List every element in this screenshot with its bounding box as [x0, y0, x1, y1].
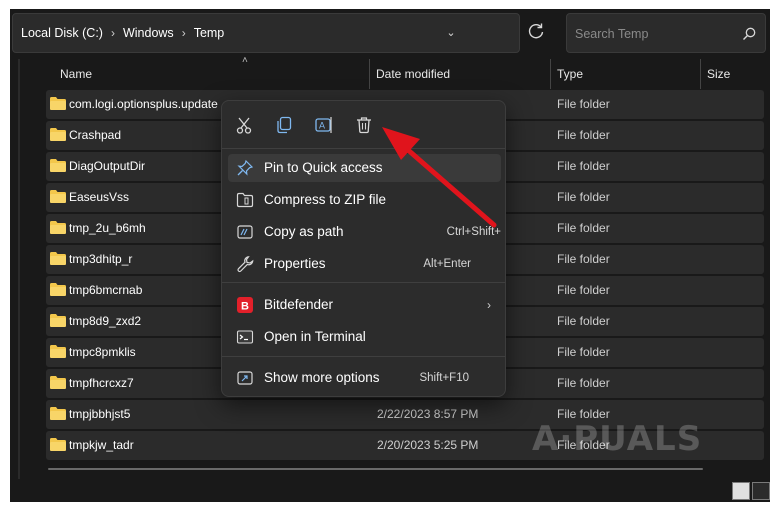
share-icon [237, 371, 253, 385]
file-type: File folder [557, 128, 610, 142]
column-header-date[interactable]: Date modified [369, 59, 549, 89]
breadcrumb-temp[interactable]: Temp [194, 26, 225, 40]
file-name: tmp_2u_b6mh [69, 221, 146, 235]
menu-item-bitdefender[interactable]: B Bitdefender › [228, 291, 501, 319]
folder-icon [50, 221, 66, 234]
folder-icon [50, 376, 66, 389]
file-type: File folder [557, 314, 610, 328]
menu-item-label: Compress to ZIP file [264, 192, 387, 207]
column-header-type[interactable]: Type [550, 59, 696, 89]
file-name: tmp6bmcrnab [69, 283, 143, 297]
menu-item-shortcut: Ctrl+Shift+ [446, 226, 501, 238]
menu-item-pin-to-quick-access[interactable]: Pin to Quick access [228, 154, 501, 182]
navigation-pane-edge [18, 59, 20, 479]
menu-item-label: Show more options [264, 370, 380, 385]
file-type: File folder [557, 283, 610, 297]
chevron-right-icon: › [181, 26, 186, 40]
search-icon[interactable] [741, 26, 757, 42]
menu-item-label: Pin to Quick access [264, 160, 383, 175]
chevron-down-icon[interactable]: ⌄ [443, 26, 459, 42]
folder-icon [50, 283, 66, 296]
horizontal-scrollbar[interactable] [48, 468, 703, 470]
search-input[interactable] [575, 24, 735, 44]
file-name: tmpc8pmklis [69, 345, 136, 359]
view-toggle [732, 482, 770, 500]
bitdefender-icon: B [237, 297, 253, 313]
file-date: 2/22/2023 8:57 PM [377, 407, 479, 421]
file-name: EaseusVss [69, 190, 130, 204]
refresh-icon[interactable] [526, 21, 546, 41]
svg-text:B: B [241, 301, 249, 313]
menu-divider [222, 148, 505, 149]
folder-icon [50, 159, 66, 172]
menu-divider [222, 282, 505, 283]
menu-item-open-in-terminal[interactable]: Open in Terminal [228, 323, 501, 351]
file-type: File folder [557, 345, 610, 359]
watermark-logo: A·PUALS [532, 419, 703, 459]
file-date: 2/20/2023 5:25 PM [377, 438, 479, 452]
svg-text:A: A [319, 121, 325, 131]
copy-icon[interactable] [274, 115, 294, 135]
details-view-button[interactable] [732, 482, 750, 500]
file-type: File folder [557, 159, 610, 173]
menu-item-label: Open in Terminal [264, 329, 366, 344]
file-type: File folder [557, 190, 610, 204]
chevron-right-icon: › [110, 26, 115, 40]
menu-item-copy-as-path[interactable]: Copy as path Ctrl+Shift+ [228, 218, 501, 246]
file-type: File folder [557, 97, 610, 111]
file-name: tmpkjw_tadr [69, 438, 134, 452]
column-headers: ˄ Name Date modified Type Size [46, 55, 766, 89]
file-type: File folder [557, 376, 610, 390]
context-menu: A Pin to Quick access Compress to ZIP fi… [221, 100, 506, 397]
menu-item-show-more-options[interactable]: Show more options Shift+F10 [228, 364, 501, 392]
folder-icon [50, 438, 66, 451]
copy-path-icon [237, 225, 253, 239]
breadcrumb-windows[interactable]: Windows [123, 26, 174, 40]
file-type: File folder [557, 252, 610, 266]
folder-icon [50, 190, 66, 203]
file-name: tmp3dhitp_r [69, 252, 133, 266]
file-name: tmp8d9_zxd2 [69, 314, 142, 328]
column-header-size[interactable]: Size [700, 59, 766, 89]
delete-icon[interactable] [354, 115, 374, 135]
menu-item-label: Copy as path [264, 224, 344, 239]
tiles-view-button[interactable] [752, 482, 770, 500]
file-name: DiagOutputDir [69, 159, 146, 173]
file-name: Crashpad [69, 128, 122, 142]
menu-divider [222, 356, 505, 357]
context-menu-toolbar: A [222, 101, 505, 147]
folder-icon [50, 407, 66, 420]
menu-item-shortcut: Alt+Enter [423, 258, 471, 270]
folder-icon [50, 314, 66, 327]
folder-icon [50, 128, 66, 141]
folder-icon [50, 97, 66, 110]
file-name: tmpjbbhjst5 [69, 407, 131, 421]
rename-icon[interactable]: A [314, 115, 334, 135]
address-bar[interactable]: Local Disk (C:) › Windows › Temp ⌄ [12, 13, 520, 53]
file-name: com.logi.optionsplus.update [69, 97, 218, 111]
file-name: tmpfhcrcxz7 [69, 376, 134, 390]
menu-item-label: Bitdefender [264, 297, 334, 312]
breadcrumb-local-disk[interactable]: Local Disk (C:) [21, 26, 103, 40]
search-box[interactable] [566, 13, 766, 53]
column-header-name[interactable]: Name [54, 59, 369, 89]
terminal-icon [236, 330, 254, 344]
wrench-icon [237, 256, 254, 273]
file-type: File folder [557, 221, 610, 235]
folder-icon [50, 252, 66, 265]
folder-icon [50, 345, 66, 358]
menu-item-label: Properties [264, 256, 326, 271]
cut-icon[interactable] [234, 115, 254, 135]
menu-item-properties[interactable]: Properties Alt+Enter [228, 250, 501, 278]
menu-item-compress-to-zip[interactable]: Compress to ZIP file [228, 186, 501, 214]
zip-folder-icon [236, 192, 254, 208]
pin-icon [237, 159, 254, 176]
chevron-right-icon: › [487, 298, 491, 312]
menu-item-shortcut: Shift+F10 [419, 372, 469, 384]
